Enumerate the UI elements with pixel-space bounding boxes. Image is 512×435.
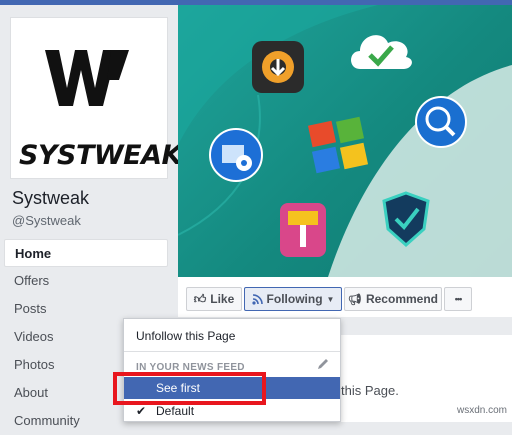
photo-settings-icon: [209, 128, 263, 182]
security-shield-icon: [382, 191, 430, 247]
page-title[interactable]: Systweak: [12, 188, 89, 209]
following-dropdown-menu: Unfollow this Page IN YOUR NEWS FEED See…: [123, 318, 341, 422]
recommend-button[interactable]: 📢︎ Recommend: [344, 287, 442, 311]
cloud-check-icon: [351, 35, 412, 69]
following-button[interactable]: Following ▼: [244, 287, 342, 311]
recommend-label: Recommend: [365, 292, 438, 306]
unfollow-page-item[interactable]: Unfollow this Page: [136, 329, 235, 343]
caret-down-icon: ▼: [326, 294, 335, 304]
windows-tools-icon: [307, 116, 369, 174]
page-action-bar: 👍︎ Like Following ▼ 📢︎ Recommend •••: [178, 277, 512, 317]
like-button[interactable]: 👍︎ Like: [186, 287, 242, 311]
search-scan-icon: [415, 96, 467, 148]
cover-photo[interactable]: [178, 5, 512, 277]
partial-text: this Page.: [341, 383, 399, 398]
driver-updater-icon: [252, 41, 304, 93]
nav-item-home[interactable]: Home: [4, 239, 168, 267]
thumbs-up-icon: 👍︎: [193, 291, 207, 306]
watermark: wsxdn.com: [457, 405, 508, 416]
logo-wordmark: SYSTWEAK: [19, 140, 182, 171]
more-options-button[interactable]: •••: [444, 287, 472, 311]
pencil-icon[interactable]: [316, 357, 330, 371]
page-handle[interactable]: @Systweak: [12, 213, 81, 228]
menu-divider: [124, 351, 340, 352]
like-label: Like: [210, 292, 235, 306]
paint-roller-icon: [280, 203, 326, 257]
highlight-annotation-box: [113, 372, 266, 405]
systweak-logo-icon: [45, 50, 129, 106]
profile-picture[interactable]: SYSTWEAK: [10, 17, 182, 179]
nav-item-offers[interactable]: Offers: [4, 267, 168, 295]
megaphone-icon: 📢︎: [348, 293, 362, 306]
following-label: Following: [266, 292, 323, 306]
rss-feed-icon: [251, 293, 263, 305]
